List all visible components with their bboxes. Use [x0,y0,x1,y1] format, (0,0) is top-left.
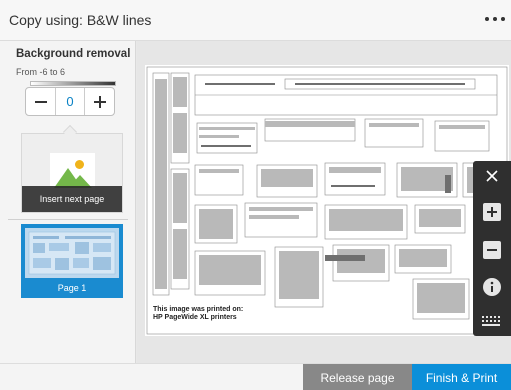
background-removal-range: From -6 to 6 [16,67,66,77]
decrement-button[interactable] [26,88,55,115]
page-1-preview [25,228,119,278]
print-caption-line1: This image was printed on: [153,306,244,313]
page-1-label: Page 1 [57,283,87,293]
zoom-in-button[interactable] [481,201,503,223]
more-options-icon[interactable] [483,9,507,29]
minus-icon [34,100,47,103]
zoom-in-icon [483,203,501,221]
copy-screen: Copy using: B&W lines Background removal… [0,0,511,390]
preview-area: This image was printed on: HP PageWide X… [137,41,511,363]
page-title: Copy using: B&W lines [9,12,152,28]
background-removal-label: Background removal [16,48,131,60]
divider [8,219,128,220]
zoom-toolbar [473,161,511,336]
print-caption-line2: HP PageWide XL printers [153,314,237,321]
insert-next-page-label: Insert next page [22,186,122,212]
left-panel: Background removal From -6 to 6 Insert n… [0,41,136,363]
header-bar: Copy using: B&W lines [0,0,511,41]
keyboard-button[interactable] [481,310,503,332]
close-icon [486,170,498,182]
page-thumbnail-1[interactable]: Page 1 [21,224,123,298]
keyboard-icon [482,316,500,326]
footer-bar: Release page Finish & Print [0,363,511,390]
info-icon [483,278,501,296]
background-removal-value[interactable] [57,92,83,111]
stepper-value-box [55,88,85,115]
zoom-out-icon [483,241,501,259]
zoom-out-button[interactable] [481,239,503,261]
print-caption: This image was printed on: HP PageWide X… [153,306,243,322]
plus-icon [93,95,106,108]
document-preview[interactable]: This image was printed on: HP PageWide X… [145,65,509,336]
insert-next-page-card[interactable]: Insert next page [21,133,123,213]
finish-and-print-button[interactable]: Finish & Print [412,364,511,390]
info-button[interactable] [481,276,503,298]
image-placeholder-icon [50,153,95,190]
release-page-button[interactable]: Release page [303,364,412,390]
architectural-drawing [146,66,508,335]
background-removal-stepper [25,87,115,116]
close-button[interactable] [481,165,503,187]
background-removal-gradient [30,81,116,86]
increment-button[interactable] [85,88,114,115]
